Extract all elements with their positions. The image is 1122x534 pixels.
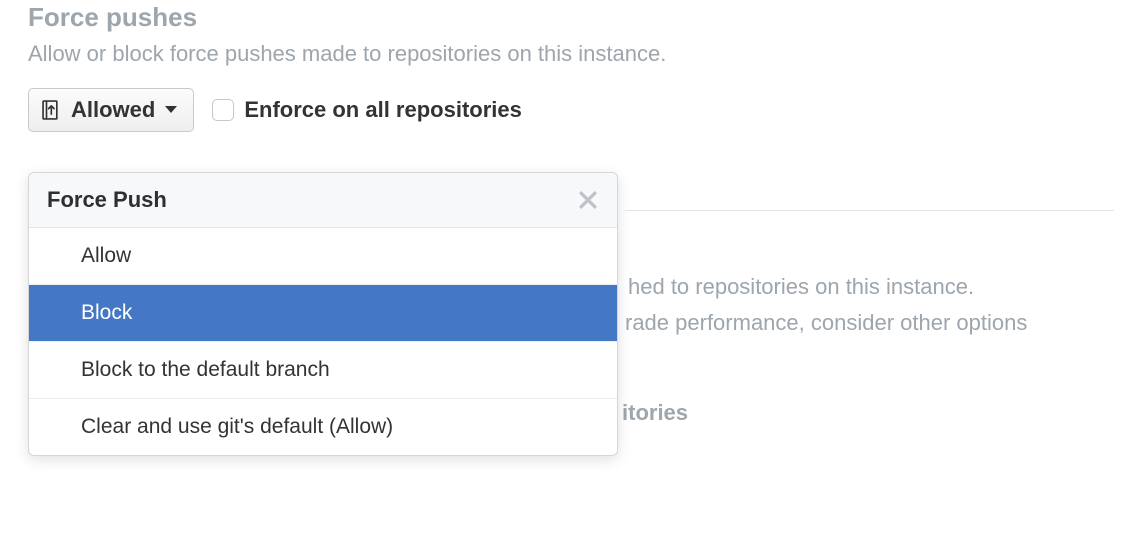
close-icon[interactable] <box>577 189 599 211</box>
enforce-all-checkbox-wrap[interactable]: Enforce on all repositories <box>212 97 522 123</box>
background-text-line-1: hed to repositories on this instance. <box>628 274 974 300</box>
dropdown-option-allow[interactable]: Allow <box>29 228 617 285</box>
section-description: Allow or block force pushes made to repo… <box>28 39 1094 70</box>
dropdown-button-label: Allowed <box>71 97 155 123</box>
enforce-all-checkbox[interactable] <box>212 99 234 121</box>
repo-push-icon <box>41 99 63 121</box>
dropdown-option-clear[interactable]: Clear and use git's default (Allow) <box>29 399 617 455</box>
force-push-dropdown-panel: Force Push Allow Block Block to the defa… <box>28 172 618 456</box>
background-text-line-3: itories <box>622 400 688 426</box>
dropdown-option-block-default[interactable]: Block to the default branch <box>29 342 617 399</box>
background-text-line-2: rade performance, consider other options <box>625 310 1027 336</box>
force-push-dropdown-button[interactable]: Allowed <box>28 88 194 132</box>
dropdown-title: Force Push <box>47 187 167 213</box>
dropdown-header: Force Push <box>29 173 617 228</box>
dropdown-option-block[interactable]: Block <box>29 285 617 342</box>
enforce-all-label: Enforce on all repositories <box>244 97 522 123</box>
section-title-force-pushes: Force pushes <box>28 2 1094 33</box>
section-divider <box>625 210 1114 211</box>
caret-down-icon <box>165 106 177 113</box>
